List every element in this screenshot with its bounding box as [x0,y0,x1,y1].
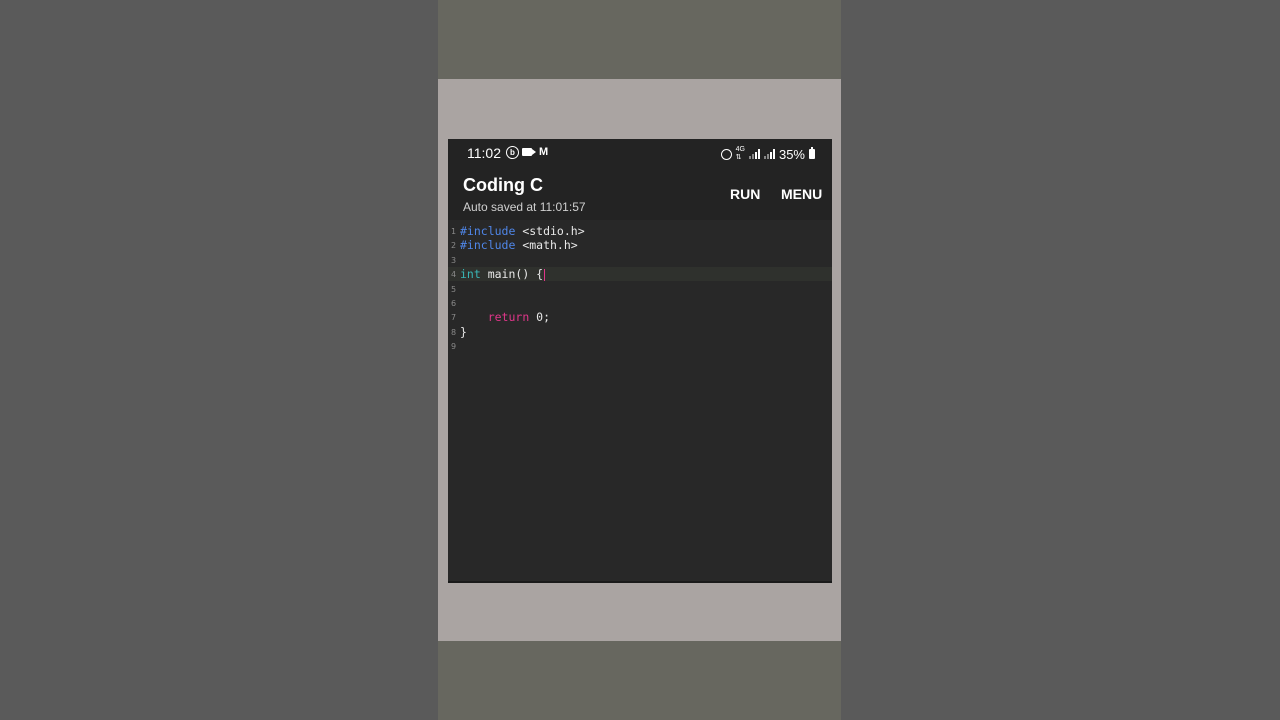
code-line[interactable]: 4 int main() { [448,267,832,281]
line-number: 8 [451,328,457,337]
text-cursor [544,268,546,281]
b-circle-icon: b [506,146,519,159]
code-token: } [460,325,467,339]
battery-percent: 35% [778,146,805,162]
code-line[interactable]: 1 #include <stdio.h> [448,224,832,238]
code-line[interactable]: 7 return 0; [448,310,832,324]
signal-icon [763,149,775,159]
code-token: int [460,267,481,281]
line-number: 5 [451,285,457,294]
signal-icon [748,149,760,159]
background-left [0,0,438,720]
code-line[interactable]: 9 [448,339,832,353]
status-bar: 11:02 b M 4G ⇅ 35% [448,139,832,167]
code-token: #include [460,238,516,252]
code-line[interactable]: 5 [448,282,832,296]
code-text: int main() { [460,267,546,281]
code-token: <stdio.h> [515,224,585,238]
autosave-status: Auto saved at 11:01:57 [463,200,586,214]
background-bottom-band [438,641,841,720]
background-right [841,0,1280,720]
code-text: #include <stdio.h> [460,224,585,238]
code-token: #include [460,224,516,238]
phone-screen: 11:02 b M 4G ⇅ 35% Coding C Auto saved at… [448,139,832,583]
code-line[interactable]: 6 [448,296,832,310]
code-token: 0; [529,310,551,324]
line-number: 1 [451,227,457,236]
line-number: 6 [451,299,457,308]
alarm-icon [720,148,732,160]
code-line[interactable]: 3 [448,253,832,267]
line-number: 3 [451,256,457,265]
code-line[interactable]: 8} [448,325,832,339]
line-number: 7 [451,313,457,322]
run-button[interactable]: RUN [730,186,760,202]
app-title: Coding C [463,175,543,195]
line-number: 4 [451,270,457,279]
app-bar: Coding C Auto saved at 11:01:57 RUN MENU [448,167,832,220]
code-text: return 0; [460,310,550,324]
menu-button[interactable]: MENU [781,186,822,202]
status-time: 11:02 [467,145,501,161]
line-number: 9 [451,342,457,351]
battery-icon [809,147,815,159]
code-text: } [460,325,467,339]
line-number: 2 [451,241,457,250]
code-text: #include <math.h> [460,238,578,252]
code-editor[interactable]: 1 #include <stdio.h> 2 #include <math.h> 3 4 i… [448,220,832,581]
gmail-icon: M [539,146,549,158]
code-line[interactable]: 2 #include <math.h> [448,238,832,252]
status-right-icons: 4G ⇅ 35% [720,146,815,162]
code-token: return [487,310,530,324]
status-left-icons: b M [506,146,548,159]
4g-icon: 4G ⇅ [735,146,745,161]
background-top-band [438,0,841,79]
code-token: <math.h> [515,238,578,252]
code-token: main() { [480,267,544,281]
video-icon [522,148,536,156]
